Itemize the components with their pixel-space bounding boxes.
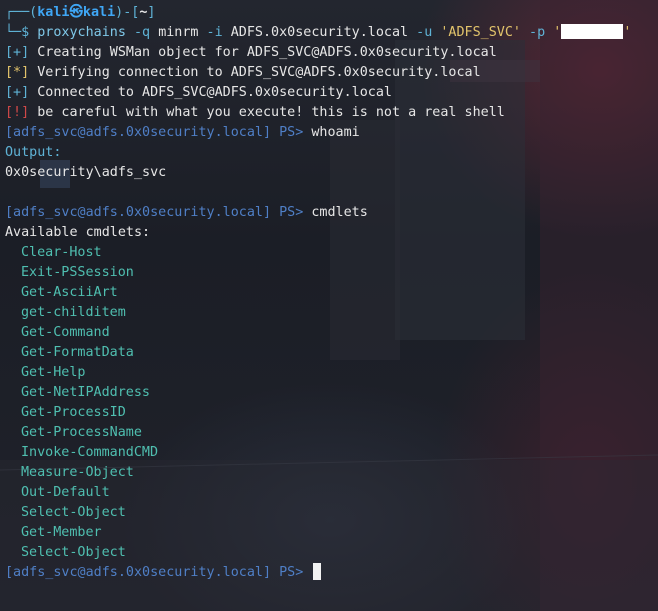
ps-command-line: [adfs_svc@adfs.0x0security.local] PS> cm… bbox=[5, 203, 658, 223]
text-cursor[interactable] bbox=[313, 562, 322, 580]
output-value: 0x0security\adfs_svc bbox=[5, 165, 167, 180]
command-line: └─$ proxychains -q minrm -i ADFS.0x0secu… bbox=[5, 23, 658, 43]
cmdlet-item: Clear-Host bbox=[21, 245, 102, 260]
status-tag: [!] bbox=[5, 105, 30, 120]
cmdlet-item: Measure-Object bbox=[21, 465, 134, 480]
cmdlet-item: Get-NetIPAddress bbox=[21, 385, 150, 400]
status-tag: [+] bbox=[5, 45, 30, 60]
blank-line bbox=[5, 183, 658, 203]
status-tag: [+] bbox=[5, 85, 30, 100]
prompt-box-bottom: └─$ bbox=[5, 25, 38, 40]
ps-command: cmdlets bbox=[303, 205, 368, 220]
status-text: Creating WSMan object for ADFS_SVC@ADFS.… bbox=[29, 45, 497, 60]
ps-prompt: [adfs_svc@adfs.0x0security.local] PS> bbox=[5, 565, 304, 580]
tool-name: minrm bbox=[158, 25, 199, 40]
prompt-box-mid: )-[ bbox=[115, 5, 140, 20]
cmdlet-item: get-childitem bbox=[21, 305, 126, 320]
flag-i: -i bbox=[198, 25, 231, 40]
ps-command: whoami bbox=[303, 125, 360, 140]
username-arg: 'ADFS_SVC' bbox=[440, 25, 521, 40]
active-prompt-line[interactable]: [adfs_svc@adfs.0x0security.local] PS> bbox=[5, 562, 658, 583]
cmdlet-item: Get-ProcessID bbox=[21, 405, 126, 420]
password-quote-close: ' bbox=[623, 25, 632, 40]
target-host: ADFS.0x0security.local bbox=[230, 25, 409, 40]
cmdlet-item: Exit-PSSession bbox=[21, 265, 134, 280]
status-text: Connected to ADFS_SVC@ADFS.0x0security.l… bbox=[29, 85, 392, 100]
flag-p: -p bbox=[521, 25, 554, 40]
cmdlet-item: Get-Command bbox=[21, 325, 110, 340]
status-line: [+] Connected to ADFS_SVC@ADFS.0x0securi… bbox=[5, 83, 658, 103]
ps-command-line: [adfs_svc@adfs.0x0security.local] PS> wh… bbox=[5, 123, 658, 143]
cmdlet-item: Get-Member bbox=[21, 525, 102, 540]
status-line: [!] be careful with what you execute! th… bbox=[5, 103, 658, 123]
cmdlet-item: Invoke-CommandCMD bbox=[21, 445, 159, 460]
flag-q: -q bbox=[125, 25, 159, 40]
cmdlets-header: Available cmdlets: bbox=[5, 225, 151, 240]
status-line: [+] Creating WSMan object for ADFS_SVC@A… bbox=[5, 43, 658, 63]
prompt-user-host: kali㉿kali bbox=[37, 5, 116, 20]
ps-prompt: [adfs_svc@adfs.0x0security.local] PS> bbox=[5, 205, 304, 220]
cmdlet-item: Get-FormatData bbox=[21, 345, 134, 360]
status-text: be careful with what you execute! this i… bbox=[29, 105, 505, 120]
cmdlet-item: Get-AsciiArt bbox=[21, 285, 118, 300]
prompt-header-line: ┌──(kali㉿kali)-[~] bbox=[5, 3, 658, 23]
status-tag: [*] bbox=[5, 65, 30, 80]
ps-prompt: [adfs_svc@adfs.0x0security.local] PS> bbox=[5, 125, 304, 140]
status-text: Verifying connection to ADFS_SVC@ADFS.0x… bbox=[29, 65, 481, 80]
password-quote-open: ' bbox=[553, 25, 562, 40]
terminal-window[interactable]: ┌──(kali㉿kali)-[~] └─$ proxychains -q mi… bbox=[0, 0, 658, 611]
terminal-output[interactable]: ┌──(kali㉿kali)-[~] └─$ proxychains -q mi… bbox=[5, 3, 658, 583]
command-name: proxychains bbox=[37, 25, 126, 40]
cmdlet-item: Get-Help bbox=[21, 365, 86, 380]
cmdlet-item: Select-Object bbox=[21, 505, 126, 520]
cmdlet-item: Out-Default bbox=[21, 485, 110, 500]
cmdlet-item: Select-Object bbox=[21, 545, 126, 560]
status-line: [*] Verifying connection to ADFS_SVC@ADF… bbox=[5, 63, 658, 83]
output-label: Output: bbox=[5, 145, 62, 160]
prompt-box-top: ┌──( bbox=[5, 5, 38, 20]
prompt-box-end: ] bbox=[147, 5, 156, 20]
cmdlet-item: Get-ProcessName bbox=[21, 425, 142, 440]
flag-u: -u bbox=[408, 25, 441, 40]
redacted-password bbox=[561, 23, 624, 39]
